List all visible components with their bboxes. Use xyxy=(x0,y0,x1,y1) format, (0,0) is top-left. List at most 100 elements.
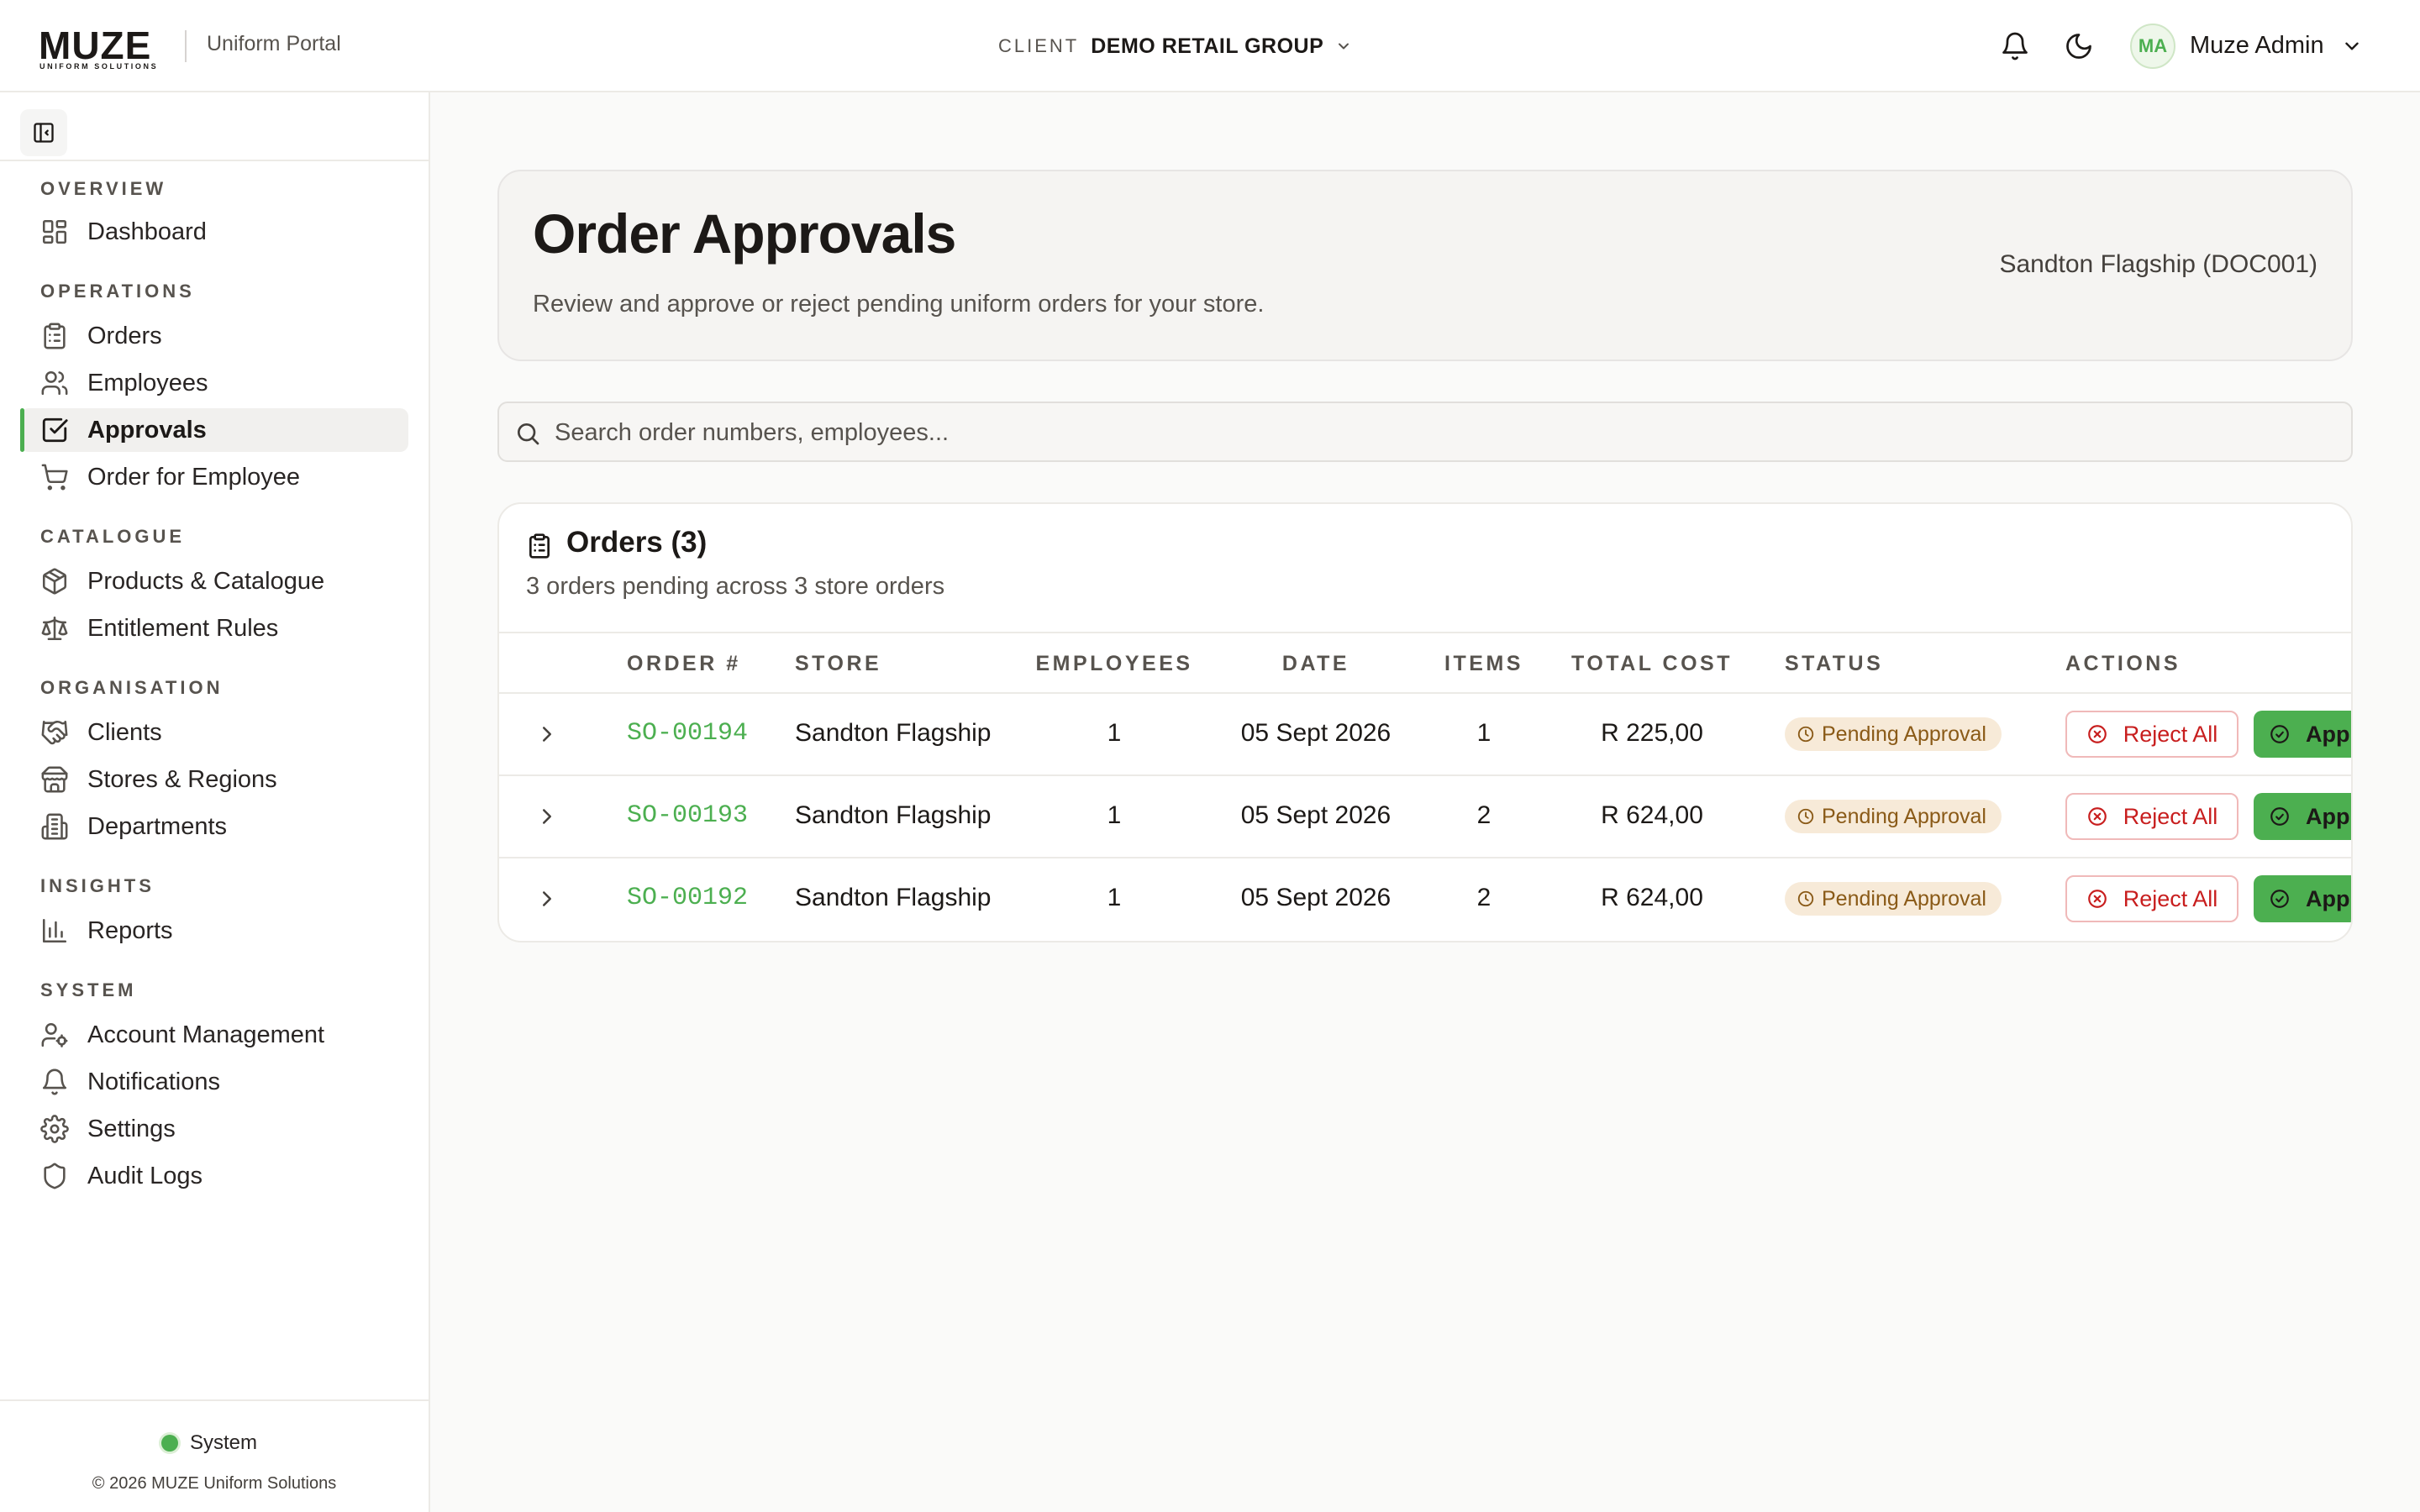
chevron-down-icon xyxy=(2341,35,2363,57)
users-icon xyxy=(40,369,69,397)
sidebar-collapse-button[interactable] xyxy=(20,109,67,156)
column-header-total-cost[interactable]: TOTAL COST xyxy=(1571,652,1733,676)
sidebar-item-stores-regions[interactable]: Stores & Regions xyxy=(20,758,408,801)
table-row: SO-00193 Sandton Flagship 1 05 Sept 2026… xyxy=(499,776,2351,858)
sidebar-item-dashboard[interactable]: Dashboard xyxy=(20,210,408,254)
portal-name: Uniform Portal xyxy=(207,32,341,55)
items-cell: 2 xyxy=(1476,884,1491,911)
sidebar-item-products-catalogue[interactable]: Products & Catalogue xyxy=(20,559,408,603)
sidebar-item-employees[interactable]: Employees xyxy=(20,361,408,405)
sidebar-item-label: Employees xyxy=(87,369,208,396)
reject-all-label: Reject All xyxy=(2123,721,2218,747)
sidebar-item-reports[interactable]: Reports xyxy=(20,909,408,953)
user-menu[interactable]: Muze Admin xyxy=(2190,32,2324,60)
order-number-link[interactable]: SO-00194 xyxy=(627,719,748,748)
order-number-link[interactable]: SO-00193 xyxy=(627,801,748,830)
approve-all-button[interactable]: Approve All xyxy=(2254,793,2351,840)
employees-cell: 1 xyxy=(1107,884,1122,911)
bell-icon xyxy=(40,1068,69,1096)
search-input[interactable] xyxy=(553,410,2321,455)
store-cell: Sandton Flagship xyxy=(795,719,992,747)
package-icon xyxy=(40,567,69,596)
sidebar-item-label: Departments xyxy=(87,812,228,840)
cart-icon xyxy=(40,463,69,491)
column-header-employees[interactable]: EMPLOYEES xyxy=(1035,652,1192,676)
check-circle-icon xyxy=(2269,888,2291,910)
sidebar-item-notifications[interactable]: Notifications xyxy=(20,1060,408,1104)
clipboard-icon xyxy=(40,322,69,350)
client-name: DEMO RETAIL GROUP xyxy=(1091,34,1324,58)
moon-icon xyxy=(2064,31,2094,61)
bell-icon xyxy=(2000,31,2030,61)
sidebar-item-label: Products & Catalogue xyxy=(87,567,325,595)
reject-all-button[interactable]: Reject All xyxy=(2065,793,2238,840)
approve-all-button[interactable]: Approve All xyxy=(2254,875,2351,922)
user-menu-chevron[interactable] xyxy=(2341,35,2363,57)
status-label: Pending Approval xyxy=(1822,886,1986,911)
reject-all-label: Reject All xyxy=(2123,885,2218,911)
sidebar-item-order-for-employee[interactable]: Order for Employee xyxy=(20,455,408,499)
column-header-status[interactable]: STATUS xyxy=(1785,652,1883,676)
status-label: Pending Approval xyxy=(1822,722,1986,746)
sidebar-item-label: Orders xyxy=(87,322,162,349)
sidebar-item-entitlement-rules[interactable]: Entitlement Rules xyxy=(20,606,408,650)
dashboard-icon xyxy=(40,218,69,246)
column-header-items[interactable]: ITEMS xyxy=(1444,652,1523,676)
muze-logo[interactable]: MUZE UNIFORM SOLUTIONS xyxy=(39,24,170,72)
sidebar-item-account-management[interactable]: Account Management xyxy=(20,1013,408,1057)
scale-icon xyxy=(40,614,69,643)
orders-title: Orders (3) xyxy=(566,526,708,559)
user-cog-icon xyxy=(40,1021,69,1049)
clipboard-icon xyxy=(526,533,553,559)
check-circle-icon xyxy=(2269,806,2291,827)
sidebar-item-label: Clients xyxy=(87,718,162,746)
notifications-button[interactable] xyxy=(2000,31,2030,61)
reject-all-button[interactable]: Reject All xyxy=(2065,875,2238,922)
top-header: MUZE UNIFORM SOLUTIONS Uniform Portal CL… xyxy=(0,0,2420,92)
system-status: System xyxy=(161,1431,257,1455)
section-label-operations: OPERATIONS xyxy=(40,281,195,302)
expand-row-button[interactable] xyxy=(534,804,560,829)
client-switcher[interactable]: CLIENT DEMO RETAIL GROUP xyxy=(998,29,1352,64)
approve-all-button[interactable]: Approve All xyxy=(2254,711,2351,758)
approve-all-label: Approve All xyxy=(2306,803,2351,829)
x-circle-icon xyxy=(2086,723,2108,745)
avatar[interactable]: MA xyxy=(2130,24,2175,69)
logo-tagline: UNIFORM SOLUTIONS xyxy=(39,62,159,71)
expand-row-button[interactable] xyxy=(534,886,560,911)
employees-cell: 1 xyxy=(1107,801,1122,829)
sidebar-item-label: Reports xyxy=(87,916,173,944)
store-icon xyxy=(40,765,69,794)
user-name: Muze Admin xyxy=(2190,32,2324,59)
column-header-date[interactable]: DATE xyxy=(1282,652,1349,676)
items-cell: 1 xyxy=(1476,719,1491,747)
reject-all-button[interactable]: Reject All xyxy=(2065,711,2238,758)
copyright: © 2026 MUZE Uniform Solutions xyxy=(92,1474,337,1493)
order-number-link[interactable]: SO-00192 xyxy=(627,884,748,912)
gear-icon xyxy=(40,1115,69,1143)
sidebar-item-orders[interactable]: Orders xyxy=(20,314,408,358)
page-header-card: Order Approvals Review and approve or re… xyxy=(497,170,2353,361)
sidebar-item-label: Approvals xyxy=(87,416,207,444)
column-header-order[interactable]: ORDER # xyxy=(627,652,741,676)
shield-icon xyxy=(40,1162,69,1190)
sidebar-item-approvals[interactable]: Approvals xyxy=(20,408,408,452)
items-cell: 2 xyxy=(1476,801,1491,829)
column-header-actions: ACTIONS xyxy=(2065,652,2181,675)
store-cell: Sandton Flagship xyxy=(795,801,992,829)
expand-row-button[interactable] xyxy=(534,722,560,747)
section-label-overview: OVERVIEW xyxy=(40,178,167,199)
sidebar-item-settings[interactable]: Settings xyxy=(20,1107,408,1151)
store-cell: Sandton Flagship xyxy=(795,884,992,911)
column-header-store[interactable]: STORE xyxy=(795,652,881,676)
status-badge: Pending Approval xyxy=(1785,800,2002,833)
sidebar-item-departments[interactable]: Departments xyxy=(20,805,408,848)
orders-card: Orders (3) 3 orders pending across 3 sto… xyxy=(497,502,2353,942)
section-label-catalogue: CATALOGUE xyxy=(40,526,186,547)
total-cost-cell: R 624,00 xyxy=(1601,884,1703,911)
sidebar-item-audit-logs[interactable]: Audit Logs xyxy=(20,1154,408,1198)
orders-subtitle: 3 orders pending across 3 store orders xyxy=(526,573,945,600)
theme-toggle-button[interactable] xyxy=(2064,31,2094,61)
date-cell: 05 Sept 2026 xyxy=(1240,801,1392,829)
sidebar-item-clients[interactable]: Clients xyxy=(20,711,408,754)
